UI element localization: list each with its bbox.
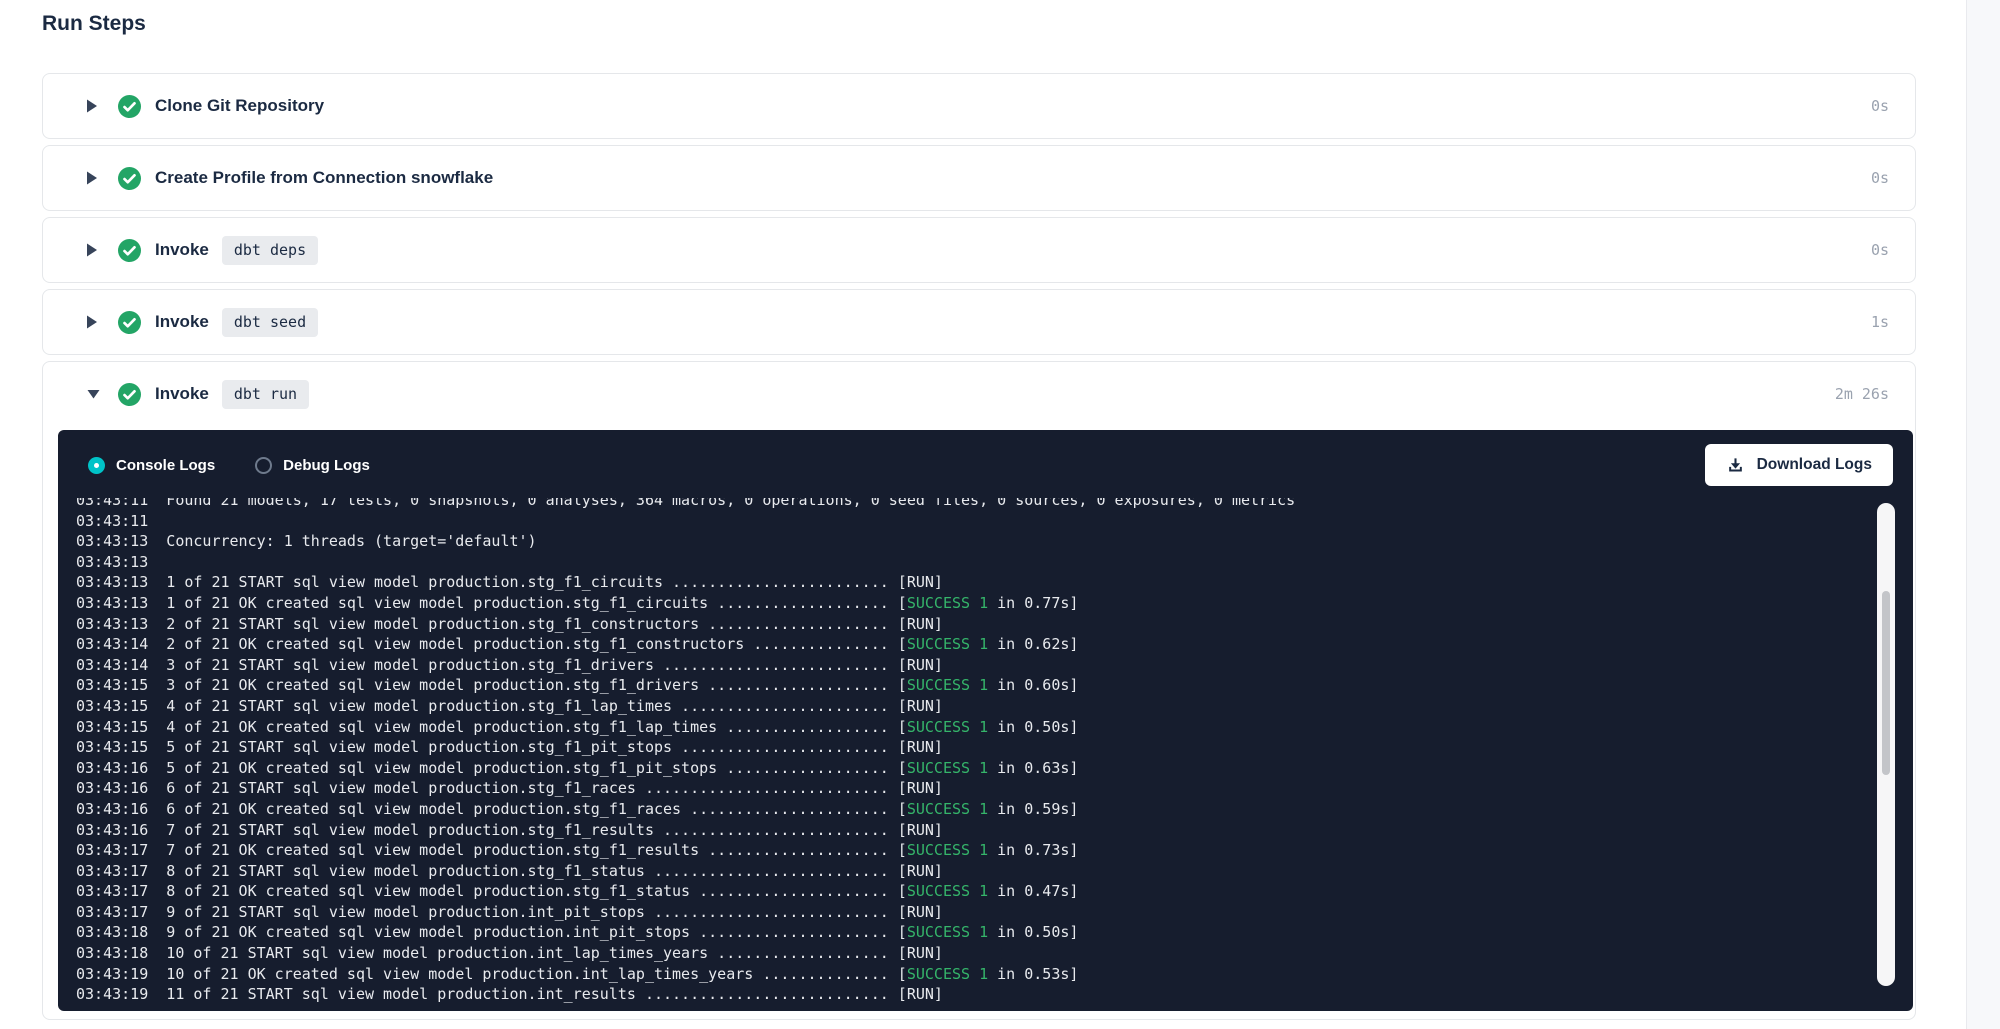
log-scrollbar-track[interactable] <box>1877 503 1895 986</box>
page-right-gutter <box>1966 0 2000 1029</box>
log-line: 03:43:13 1 of 21 OK created sql view mod… <box>76 593 1913 614</box>
step-label: Clone Git Repository <box>155 96 324 116</box>
step-header-clone-git-repository[interactable]: Clone Git Repository 0s <box>43 74 1915 138</box>
log-line: 03:43:18 9 of 21 OK created sql view mod… <box>76 922 1913 943</box>
step-header-invoke-dbt-deps[interactable]: Invoke dbt deps 0s <box>43 218 1915 282</box>
chevron-right-icon[interactable] <box>87 315 101 329</box>
log-line: 03:43:19 10 of 21 OK created sql view mo… <box>76 964 1913 985</box>
success-check-circle-icon <box>118 383 141 406</box>
log-line: 03:43:15 3 of 21 OK created sql view mod… <box>76 675 1913 696</box>
log-toolbar: Console Logs Debug Logs Download Logs <box>58 430 1913 498</box>
log-line: 03:43:15 4 of 21 OK created sql view mod… <box>76 717 1913 738</box>
command-badge: dbt deps <box>222 236 318 265</box>
log-line: 03:43:11 Found 21 models, 17 tests, 0 sn… <box>76 498 1913 511</box>
success-check-circle-icon <box>118 167 141 190</box>
log-output[interactable]: 03:43:11 Found 21 models, 17 tests, 0 sn… <box>58 498 1913 1011</box>
download-logs-label: Download Logs <box>1757 456 1872 474</box>
step-card-invoke-dbt-run: Invoke dbt run 2m 26s Console Logs Debug… <box>42 361 1916 1020</box>
step-duration: 0s <box>1871 97 1889 115</box>
log-line: 03:43:15 4 of 21 START sql view model pr… <box>76 696 1913 717</box>
step-duration: 2m 26s <box>1835 385 1889 403</box>
log-line: 03:43:11 <box>76 511 1913 532</box>
step-label: Invoke <box>155 240 209 260</box>
log-line: 03:43:17 7 of 21 OK created sql view mod… <box>76 840 1913 861</box>
step-label: Invoke <box>155 312 209 332</box>
log-line: 03:43:16 6 of 21 OK created sql view mod… <box>76 799 1913 820</box>
log-line: 03:43:19 11 of 21 START sql view model p… <box>76 984 1913 1005</box>
step-card-create-profile: Create Profile from Connection snowflake… <box>42 145 1916 211</box>
radio-selected-icon <box>88 457 105 474</box>
log-line: 03:43:15 5 of 21 START sql view model pr… <box>76 737 1913 758</box>
chevron-right-icon[interactable] <box>87 171 101 185</box>
step-duration: 1s <box>1871 313 1889 331</box>
step-card-invoke-dbt-deps: Invoke dbt deps 0s <box>42 217 1916 283</box>
console-log-panel: Console Logs Debug Logs Download Logs <box>58 430 1913 1011</box>
log-scrollbar-thumb[interactable] <box>1882 591 1890 775</box>
step-header-invoke-dbt-seed[interactable]: Invoke dbt seed 1s <box>43 290 1915 354</box>
download-logs-button[interactable]: Download Logs <box>1705 444 1893 486</box>
chevron-right-icon[interactable] <box>87 99 101 113</box>
success-check-circle-icon <box>118 239 141 262</box>
radio-label: Console Logs <box>116 457 215 474</box>
log-line: 03:43:16 5 of 21 OK created sql view mod… <box>76 758 1913 779</box>
log-line: 03:43:17 8 of 21 START sql view model pr… <box>76 861 1913 882</box>
log-line: 03:43:14 2 of 21 OK created sql view mod… <box>76 634 1913 655</box>
run-steps-section: Run Steps Clone Git Repository 0s Create… <box>0 0 2000 1020</box>
step-label: Invoke <box>155 384 209 404</box>
log-line: 03:43:18 10 of 21 START sql view model p… <box>76 943 1913 964</box>
log-line: 03:43:13 Concurrency: 1 threads (target=… <box>76 531 1913 552</box>
page-title: Run Steps <box>42 12 2000 36</box>
log-line: 03:43:16 7 of 21 START sql view model pr… <box>76 820 1913 841</box>
log-line: 03:43:13 <box>76 552 1913 573</box>
log-line: 03:43:17 8 of 21 OK created sql view mod… <box>76 881 1913 902</box>
step-duration: 0s <box>1871 241 1889 259</box>
step-duration: 0s <box>1871 169 1889 187</box>
step-label: Create Profile from Connection snowflake <box>155 168 493 188</box>
success-check-circle-icon <box>118 95 141 118</box>
log-line: 03:43:13 2 of 21 START sql view model pr… <box>76 614 1913 635</box>
step-header-create-profile[interactable]: Create Profile from Connection snowflake… <box>43 146 1915 210</box>
step-card-invoke-dbt-seed: Invoke dbt seed 1s <box>42 289 1916 355</box>
command-badge: dbt run <box>222 380 309 409</box>
radio-unselected-icon <box>255 457 272 474</box>
log-line: 03:43:13 1 of 21 START sql view model pr… <box>76 572 1913 593</box>
chevron-right-icon[interactable] <box>87 243 101 257</box>
radio-label: Debug Logs <box>283 457 370 474</box>
step-header-invoke-dbt-run[interactable]: Invoke dbt run 2m 26s <box>43 362 1915 426</box>
console-logs-radio[interactable]: Console Logs <box>88 457 215 474</box>
download-icon <box>1726 456 1745 475</box>
chevron-down-icon[interactable] <box>87 390 101 399</box>
log-line: 03:43:14 3 of 21 START sql view model pr… <box>76 655 1913 676</box>
command-badge: dbt seed <box>222 308 318 337</box>
step-card-clone-git-repository: Clone Git Repository 0s <box>42 73 1916 139</box>
debug-logs-radio[interactable]: Debug Logs <box>255 457 370 474</box>
log-lines: 03:43:11 Found 21 models, 17 tests, 0 sn… <box>58 498 1913 1005</box>
log-line: 03:43:17 9 of 21 START sql view model pr… <box>76 902 1913 923</box>
success-check-circle-icon <box>118 311 141 334</box>
log-line: 03:43:16 6 of 21 START sql view model pr… <box>76 778 1913 799</box>
